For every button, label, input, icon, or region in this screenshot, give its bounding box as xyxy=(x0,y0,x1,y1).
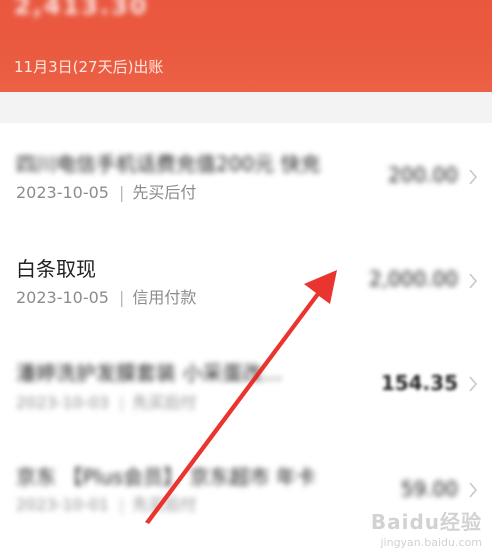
meta-separator: | xyxy=(118,183,125,202)
transaction-date: 2023-10-05 xyxy=(16,288,109,307)
transaction-title: 潘婷洗护发膜套装 小采蛋改… xyxy=(16,361,283,385)
bill-due-note: 11月3日(27天后)出账 xyxy=(14,58,164,76)
transaction-amount: 154.35 xyxy=(380,371,458,395)
bill-total-amount: 2,413.30 xyxy=(14,0,149,20)
transaction-date: 2023-10-03 xyxy=(16,393,109,412)
transaction-meta: 2023-10-03 | 先买后付 xyxy=(16,389,196,413)
transaction-meta: 2023-10-05 | 信用付款 xyxy=(16,284,196,308)
chevron-right-icon xyxy=(468,169,478,185)
transaction-row[interactable]: 潘婷洗护发膜套装 小采蛋改… 2023-10-03 | 先买后付 154.35 xyxy=(0,335,492,437)
chevron-right-icon xyxy=(468,482,478,498)
meta-separator: | xyxy=(118,288,125,307)
transaction-meta: 2023-10-05 | 先买后付 xyxy=(16,179,196,203)
chevron-right-icon xyxy=(468,376,478,392)
transaction-method: 信用付款 xyxy=(132,288,197,307)
chevron-right-icon xyxy=(468,273,478,289)
meta-separator: | xyxy=(118,393,125,412)
transaction-title: 四川电信手机话费充值200元 快充 xyxy=(16,152,321,176)
baidu-watermark-url: jingyan.baidu.com xyxy=(380,536,482,549)
transaction-meta: 2023-10-01 | 先买后付 xyxy=(16,491,196,515)
baidu-watermark: Baidu经验 xyxy=(370,510,482,534)
transaction-title: 京东 【Plus会员】 京东超市 年卡 xyxy=(16,465,316,489)
transaction-amount: 2,000.00 xyxy=(368,267,458,291)
transaction-method: 先买后付 xyxy=(132,495,197,514)
bill-header: 2,413.30 11月3日(27天后)出账 xyxy=(0,0,492,92)
billing-screen: 2,413.30 11月3日(27天后)出账 四川电信手机话费充值200元 快充… xyxy=(0,0,492,553)
transaction-date: 2023-10-01 xyxy=(16,495,109,514)
transaction-method: 先买后付 xyxy=(132,183,197,202)
transaction-method: 先买后付 xyxy=(132,393,197,412)
transaction-row[interactable]: 四川电信手机话费充值200元 快充 2023-10-05 | 先买后付 200.00 xyxy=(0,123,492,225)
transaction-list: 四川电信手机话费充值200元 快充 2023-10-05 | 先买后付 200.00… xyxy=(0,123,492,553)
meta-separator: | xyxy=(118,495,125,514)
transaction-amount: 59.00 xyxy=(400,477,458,501)
transaction-row[interactable]: 白条取现 2023-10-05 | 信用付款 2,000.00 xyxy=(0,227,492,329)
transaction-date: 2023-10-05 xyxy=(16,183,109,202)
transaction-amount: 200.00 xyxy=(388,163,458,187)
transaction-title: 白条取现 xyxy=(16,257,96,281)
